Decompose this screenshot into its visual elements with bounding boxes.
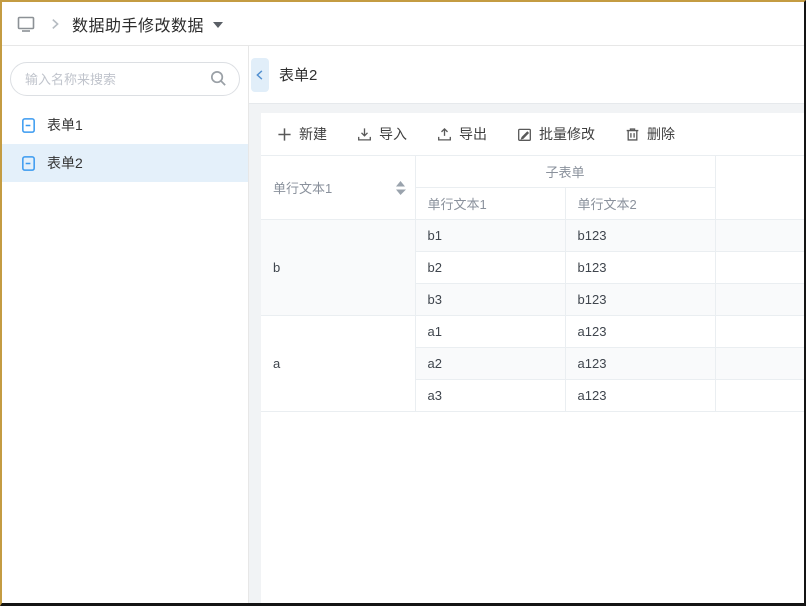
dropdown-caret-icon [213,22,223,28]
cell: b123 [565,284,715,316]
group-cell: b [261,220,415,316]
content-area: 新建 导入 [249,104,804,603]
export-button[interactable]: 导出 [437,124,487,144]
search-box [10,62,240,96]
table-row[interactable]: a a1 a123 [261,316,804,348]
batch-edit-button-label: 批量修改 [539,124,595,144]
delete-button-label: 删除 [647,124,675,144]
form-doc-icon [20,117,37,134]
table-extra-column-cell [715,348,804,380]
batch-edit-icon [517,127,532,142]
cell: b123 [565,220,715,252]
sidebar-item-form1[interactable]: 表单1 [2,106,248,144]
main-panel: 表单2 新建 [249,46,804,603]
table-extra-column-cell [715,284,804,316]
breadcrumb-chevron-icon [48,17,62,31]
delete-icon [625,127,640,142]
cell: a1 [415,316,565,348]
table-extra-column-cell [715,220,804,252]
table-extra-column-header [715,156,804,220]
subcolumn-header-text1: 单行文本1 [415,188,565,220]
search-input[interactable] [10,62,240,96]
sidebar-item-label: 表单2 [47,153,83,173]
sidebar-item-label: 表单1 [47,115,83,135]
sort-icon[interactable] [395,180,406,196]
column-header-subform: 子表单 [415,156,715,188]
form-doc-icon [20,155,37,172]
import-button-label: 导入 [379,124,407,144]
table-extra-column-cell [715,252,804,284]
data-table-container: 单行文本1 子表单 [261,155,804,412]
breadcrumb-title-dropdown[interactable]: 数据助手修改数据 [72,12,223,36]
plus-icon [277,127,292,142]
data-card: 新建 导入 [261,113,804,603]
cell: a123 [565,380,715,412]
cell: a123 [565,316,715,348]
new-button[interactable]: 新建 [277,124,327,144]
back-chevron-icon [254,69,266,81]
data-table: 单行文本1 子表单 [261,155,804,412]
cell: a123 [565,348,715,380]
batch-edit-button[interactable]: 批量修改 [517,124,595,144]
collapse-sidebar-button[interactable] [251,58,269,92]
search-icon[interactable] [209,69,228,88]
table-header-row: 单行文本1 子表单 [261,156,804,188]
page-title: 数据助手修改数据 [72,12,204,36]
delete-button[interactable]: 删除 [625,124,675,144]
cell: a2 [415,348,565,380]
import-button[interactable]: 导入 [357,124,407,144]
subcolumn-header-text2: 单行文本2 [565,188,715,220]
sidebar-item-form2[interactable]: 表单2 [2,144,248,182]
form-header: 表单2 [249,46,804,104]
cell: b123 [565,252,715,284]
form-title: 表单2 [279,64,317,85]
table-row[interactable]: b b1 b123 [261,220,804,252]
top-bar: 数据助手修改数据 [2,2,804,46]
cell: a3 [415,380,565,412]
group-cell: a [261,316,415,412]
cell: b2 [415,252,565,284]
table-extra-column-cell [715,380,804,412]
export-button-label: 导出 [459,124,487,144]
form-list: 表单1 表单2 [2,106,248,182]
sidebar: 表单1 表单2 [2,46,249,603]
new-button-label: 新建 [299,124,327,144]
column-header-text1: 单行文本1 [261,156,415,220]
toolbar: 新建 导入 [261,113,804,155]
export-icon [437,127,452,142]
cell: b3 [415,284,565,316]
table-extra-column-cell [715,316,804,348]
cell: b1 [415,220,565,252]
app-window: 数据助手修改数据 表单1 [0,0,806,606]
app-window-icon[interactable] [16,14,36,34]
import-icon [357,127,372,142]
